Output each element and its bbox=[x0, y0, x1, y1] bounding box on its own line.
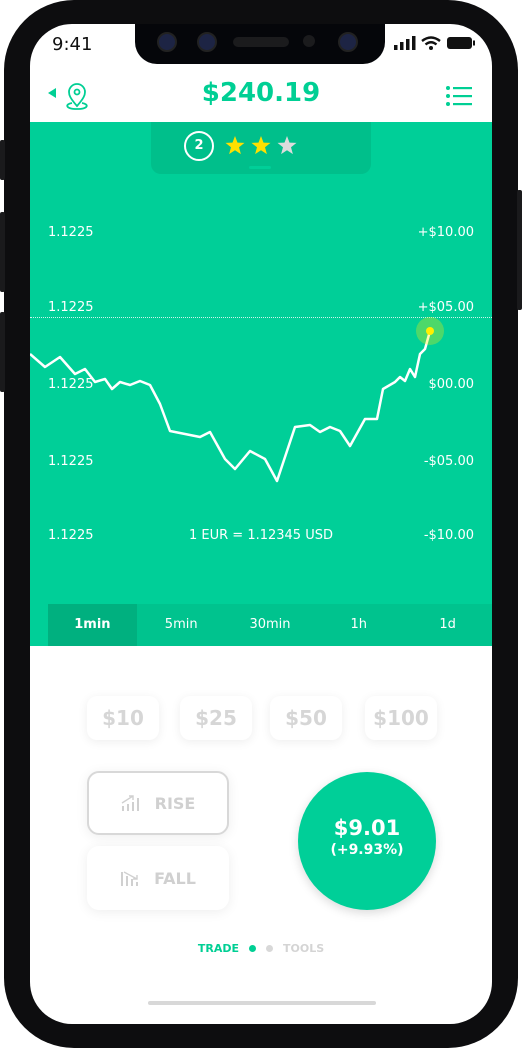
status-icons bbox=[394, 36, 476, 50]
page-dot[interactable] bbox=[266, 945, 273, 952]
screen: 9:41 $240.19 2 1.1225 +$10.00 1.1225 +$05.0… bbox=[30, 24, 492, 1024]
page-dot-active[interactable] bbox=[249, 945, 256, 952]
page-indicator: TRADE TOOLS bbox=[30, 942, 492, 955]
power-button bbox=[517, 190, 522, 310]
status-time: 9:41 bbox=[52, 34, 93, 55]
speaker bbox=[233, 37, 289, 47]
profit-percent: (+9.93%) bbox=[330, 842, 404, 858]
list-icon[interactable] bbox=[446, 86, 472, 106]
profit-value: $9.01 bbox=[333, 816, 401, 840]
fall-label: FALL bbox=[154, 868, 196, 888]
signal-icon bbox=[394, 36, 416, 50]
tab-30min[interactable]: 30min bbox=[226, 604, 315, 646]
home-indicator[interactable] bbox=[148, 1001, 376, 1005]
volume-up-button bbox=[0, 212, 5, 292]
wifi-icon bbox=[421, 36, 441, 50]
chart-fall-icon bbox=[121, 871, 139, 886]
volume-down-button bbox=[0, 312, 5, 392]
price-chart: 2 1.1225 +$10.00 1.1225 +$05.00 1.1225 $00.00… bbox=[30, 122, 492, 646]
profit-button[interactable]: $9.01 (+9.93%) bbox=[298, 772, 436, 910]
timeframe-tabs: 1min 5min 30min 1h 1d bbox=[48, 604, 492, 646]
mute-switch bbox=[0, 140, 5, 180]
tab-5min[interactable]: 5min bbox=[137, 604, 226, 646]
rise-label: RISE bbox=[154, 793, 196, 813]
sensor bbox=[303, 35, 315, 47]
current-price-point bbox=[426, 327, 434, 335]
exchange-rate: 1 EUR = 1.12345 USD bbox=[189, 528, 333, 543]
tab-1h[interactable]: 1h bbox=[314, 604, 403, 646]
header: $240.19 bbox=[30, 68, 492, 126]
notch bbox=[135, 24, 385, 64]
amount-10-button[interactable]: $10 bbox=[87, 696, 159, 740]
tab-1min[interactable]: 1min bbox=[48, 604, 137, 646]
amount-100-button[interactable]: $100 bbox=[365, 696, 437, 740]
camera-icon bbox=[197, 32, 217, 52]
camera-icon bbox=[338, 32, 358, 52]
balance: $240.19 bbox=[201, 78, 321, 108]
trade-tab[interactable]: TRADE bbox=[198, 942, 239, 955]
tab-1d[interactable]: 1d bbox=[403, 604, 492, 646]
amount-25-button[interactable]: $25 bbox=[180, 696, 252, 740]
amount-50-button[interactable]: $50 bbox=[270, 696, 342, 740]
fall-button[interactable]: FALL bbox=[87, 846, 229, 910]
tools-tab[interactable]: TOOLS bbox=[283, 942, 324, 955]
battery-icon bbox=[447, 37, 475, 49]
chart-rise-icon bbox=[121, 795, 139, 811]
camera-icon bbox=[157, 32, 177, 52]
rise-button[interactable]: RISE bbox=[87, 771, 229, 835]
price-series-line bbox=[30, 330, 432, 483]
